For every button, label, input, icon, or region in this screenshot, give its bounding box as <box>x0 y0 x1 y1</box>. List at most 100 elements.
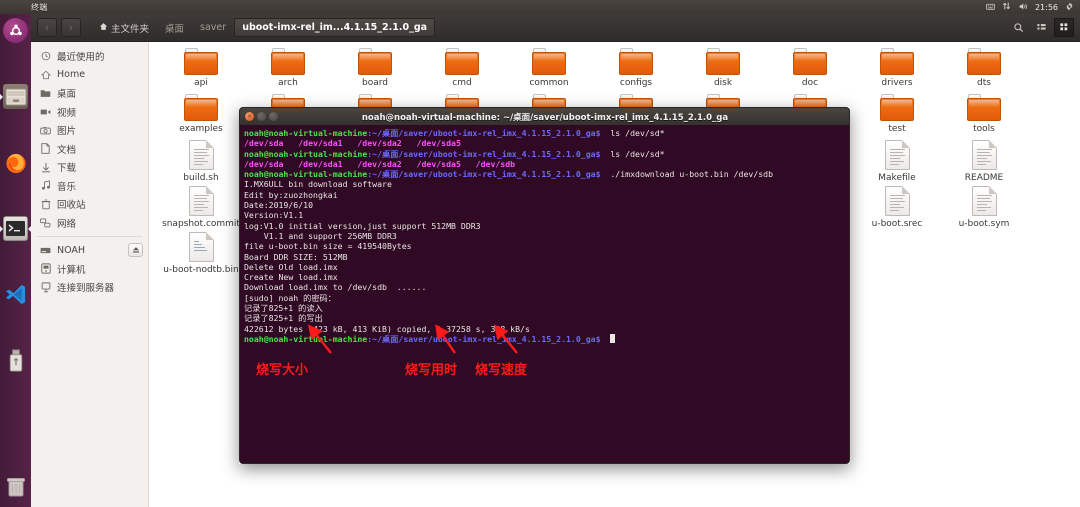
home-icon <box>40 69 51 80</box>
file-item-api[interactable]: api <box>157 48 245 89</box>
sidebar-item-trash[interactable]: 回收站 <box>31 195 148 214</box>
sidebar-item-noah-drive[interactable]: NOAH <box>31 241 148 260</box>
list-view-icon[interactable] <box>1031 18 1051 37</box>
sidebar-item-pictures[interactable]: 图片 <box>31 121 148 140</box>
terminal-output: log:V1.0 initial version,just support 51… <box>244 220 481 231</box>
folder-icon <box>880 94 914 121</box>
vscode-icon <box>5 284 26 305</box>
terminal-line: Create New load.imx <box>244 272 845 282</box>
file-label: api <box>194 78 208 88</box>
file-item-configs[interactable]: configs <box>592 48 680 89</box>
sidebar-item-network[interactable]: 网络 <box>31 214 148 233</box>
terminal-icon <box>6 221 25 236</box>
terminal-line: file u-boot.bin size = 419540Bytes <box>244 241 845 251</box>
file-item-test[interactable]: test <box>853 94 941 135</box>
eject-button[interactable] <box>128 243 143 258</box>
terminal-line: Download load.imx to /dev/sdb ...... <box>244 282 845 292</box>
grid-view-icon[interactable] <box>1054 18 1074 37</box>
terminal-line: I.MX6ULL bin download software <box>244 179 845 189</box>
folder-icon <box>184 48 218 75</box>
sidebar-label: 文档 <box>57 144 77 156</box>
file-item-doc[interactable]: doc <box>766 48 854 89</box>
terminal-line: 记录了825+1 的写出 <box>244 313 845 323</box>
launcher-item-trash[interactable] <box>0 470 31 503</box>
sidebar-item-documents[interactable]: 文档 <box>31 140 148 159</box>
sidebar-item-connect-server[interactable]: 连接到服务器 <box>31 278 148 297</box>
launcher-item-vscode[interactable] <box>0 278 31 311</box>
file-item-u-boot-sym[interactable]: u-boot.sym <box>940 186 1028 230</box>
sidebar-item-downloads[interactable]: 下载 <box>31 158 148 177</box>
sidebar-item-recent[interactable]: 最近使用的 <box>31 47 148 66</box>
forward-button[interactable]: › <box>61 18 81 37</box>
file-label: Makefile <box>878 173 916 183</box>
file-label: arch <box>278 78 298 88</box>
terminal-line: V1.1 and support 256MB DDR3 <box>244 231 845 241</box>
sidebar-item-computer[interactable]: 计算机 <box>31 260 148 279</box>
terminal-line: noah@noah-virtual-machine:~/桌面/saver/ubo… <box>244 149 845 159</box>
file-item-u-boot-srec[interactable]: u-boot.srec <box>853 186 941 230</box>
launcher-item-ubuntu-dash[interactable] <box>0 14 31 47</box>
terminal-window[interactable]: × noah@noah-virtual-machine: ~/桌面/saver/… <box>239 107 850 464</box>
file-label: tools <box>973 124 995 134</box>
breadcrumb-item-home[interactable]: 主文件夹 <box>91 18 157 37</box>
folder-icon <box>967 94 1001 121</box>
file-item-tools[interactable]: tools <box>940 94 1028 135</box>
sidebar-item-desktop[interactable]: 桌面 <box>31 84 148 103</box>
sidebar-item-home[interactable]: Home <box>31 66 148 85</box>
sidebar-item-videos[interactable]: 视频 <box>31 103 148 122</box>
sidebar-label: Home <box>57 69 86 81</box>
keyboard-icon[interactable] <box>986 1 995 14</box>
terminal-line: Delete Old load.imx <box>244 262 845 272</box>
terminal-line: noah@noah-virtual-machine:~/桌面/saver/ubo… <box>244 333 845 344</box>
launcher-item-files[interactable] <box>0 80 31 113</box>
terminal-line: Board DDR SIZE: 512MB <box>244 252 845 262</box>
file-item-dts[interactable]: dts <box>940 48 1028 89</box>
volume-icon[interactable] <box>1018 1 1028 14</box>
file-item-board[interactable]: board <box>331 48 419 89</box>
file-item-cmd[interactable]: cmd <box>418 48 506 89</box>
terminal-output: Download load.imx to /dev/sdb ...... <box>244 282 427 293</box>
folder-icon <box>619 48 653 75</box>
gear-icon[interactable] <box>1065 1 1074 14</box>
close-button[interactable]: × <box>245 112 254 121</box>
launcher-item-usb-drive[interactable] <box>0 344 31 377</box>
terminal-screen[interactable]: noah@noah-virtual-machine:~/桌面/saver/ubo… <box>239 125 850 464</box>
file-item-common[interactable]: common <box>505 48 593 89</box>
file-label: u-boot.srec <box>871 219 923 229</box>
file-item-u-boot-nodtb-bin[interactable]: u-boot-nodtb.bin <box>157 232 245 276</box>
file-item-build-sh[interactable]: build.sh <box>157 140 245 184</box>
breadcrumb-item-saver[interactable]: saver <box>192 18 234 37</box>
terminal-line: noah@noah-virtual-machine:~/桌面/saver/ubo… <box>244 169 845 179</box>
document-icon <box>884 186 910 216</box>
minimize-button[interactable] <box>257 112 266 121</box>
network-updown-icon[interactable] <box>1002 1 1011 14</box>
file-item-makefile[interactable]: Makefile <box>853 140 941 184</box>
terminal-titlebar[interactable]: × noah@noah-virtual-machine: ~/桌面/saver/… <box>239 107 850 125</box>
system-tray: 21:56 <box>986 1 1080 14</box>
search-icon[interactable] <box>1008 18 1028 37</box>
file-item-readme[interactable]: README <box>940 140 1028 184</box>
terminal-line: /dev/sda /dev/sda1 /dev/sda2 /dev/sda5 /… <box>244 159 845 169</box>
breadcrumb-item-desktop[interactable]: 桌面 <box>157 18 192 37</box>
launcher-item-terminal[interactable] <box>0 212 31 245</box>
breadcrumb-item-current[interactable]: uboot-imx-rel_im...4.1.15_2.1.0_ga <box>234 18 436 37</box>
back-button[interactable]: ‹ <box>37 18 57 37</box>
sidebar-label: 音乐 <box>57 181 77 193</box>
clock[interactable]: 21:56 <box>1035 3 1058 12</box>
sidebar-label: 回收站 <box>57 200 86 212</box>
file-item-snapshot-commit[interactable]: snapshot.commit <box>157 186 245 230</box>
file-manager-toolbar: ‹ › 主文件夹 桌面 saver uboot-imx-rel_im...4.1… <box>31 14 1080 42</box>
sidebar-item-music[interactable]: 音乐 <box>31 177 148 196</box>
launcher-item-firefox[interactable] <box>0 146 31 179</box>
folder-icon <box>445 48 479 75</box>
sidebar-label: 视频 <box>57 107 77 119</box>
file-item-arch[interactable]: arch <box>244 48 332 89</box>
file-item-drivers[interactable]: drivers <box>853 48 941 89</box>
file-item-examples[interactable]: examples <box>157 94 245 135</box>
document-icon <box>188 186 214 216</box>
document-icon <box>884 140 910 170</box>
usb-drive-icon <box>9 349 22 372</box>
breadcrumb-label: 主文件夹 <box>111 23 150 35</box>
file-item-disk[interactable]: disk <box>679 48 767 89</box>
maximize-button[interactable] <box>269 112 278 121</box>
